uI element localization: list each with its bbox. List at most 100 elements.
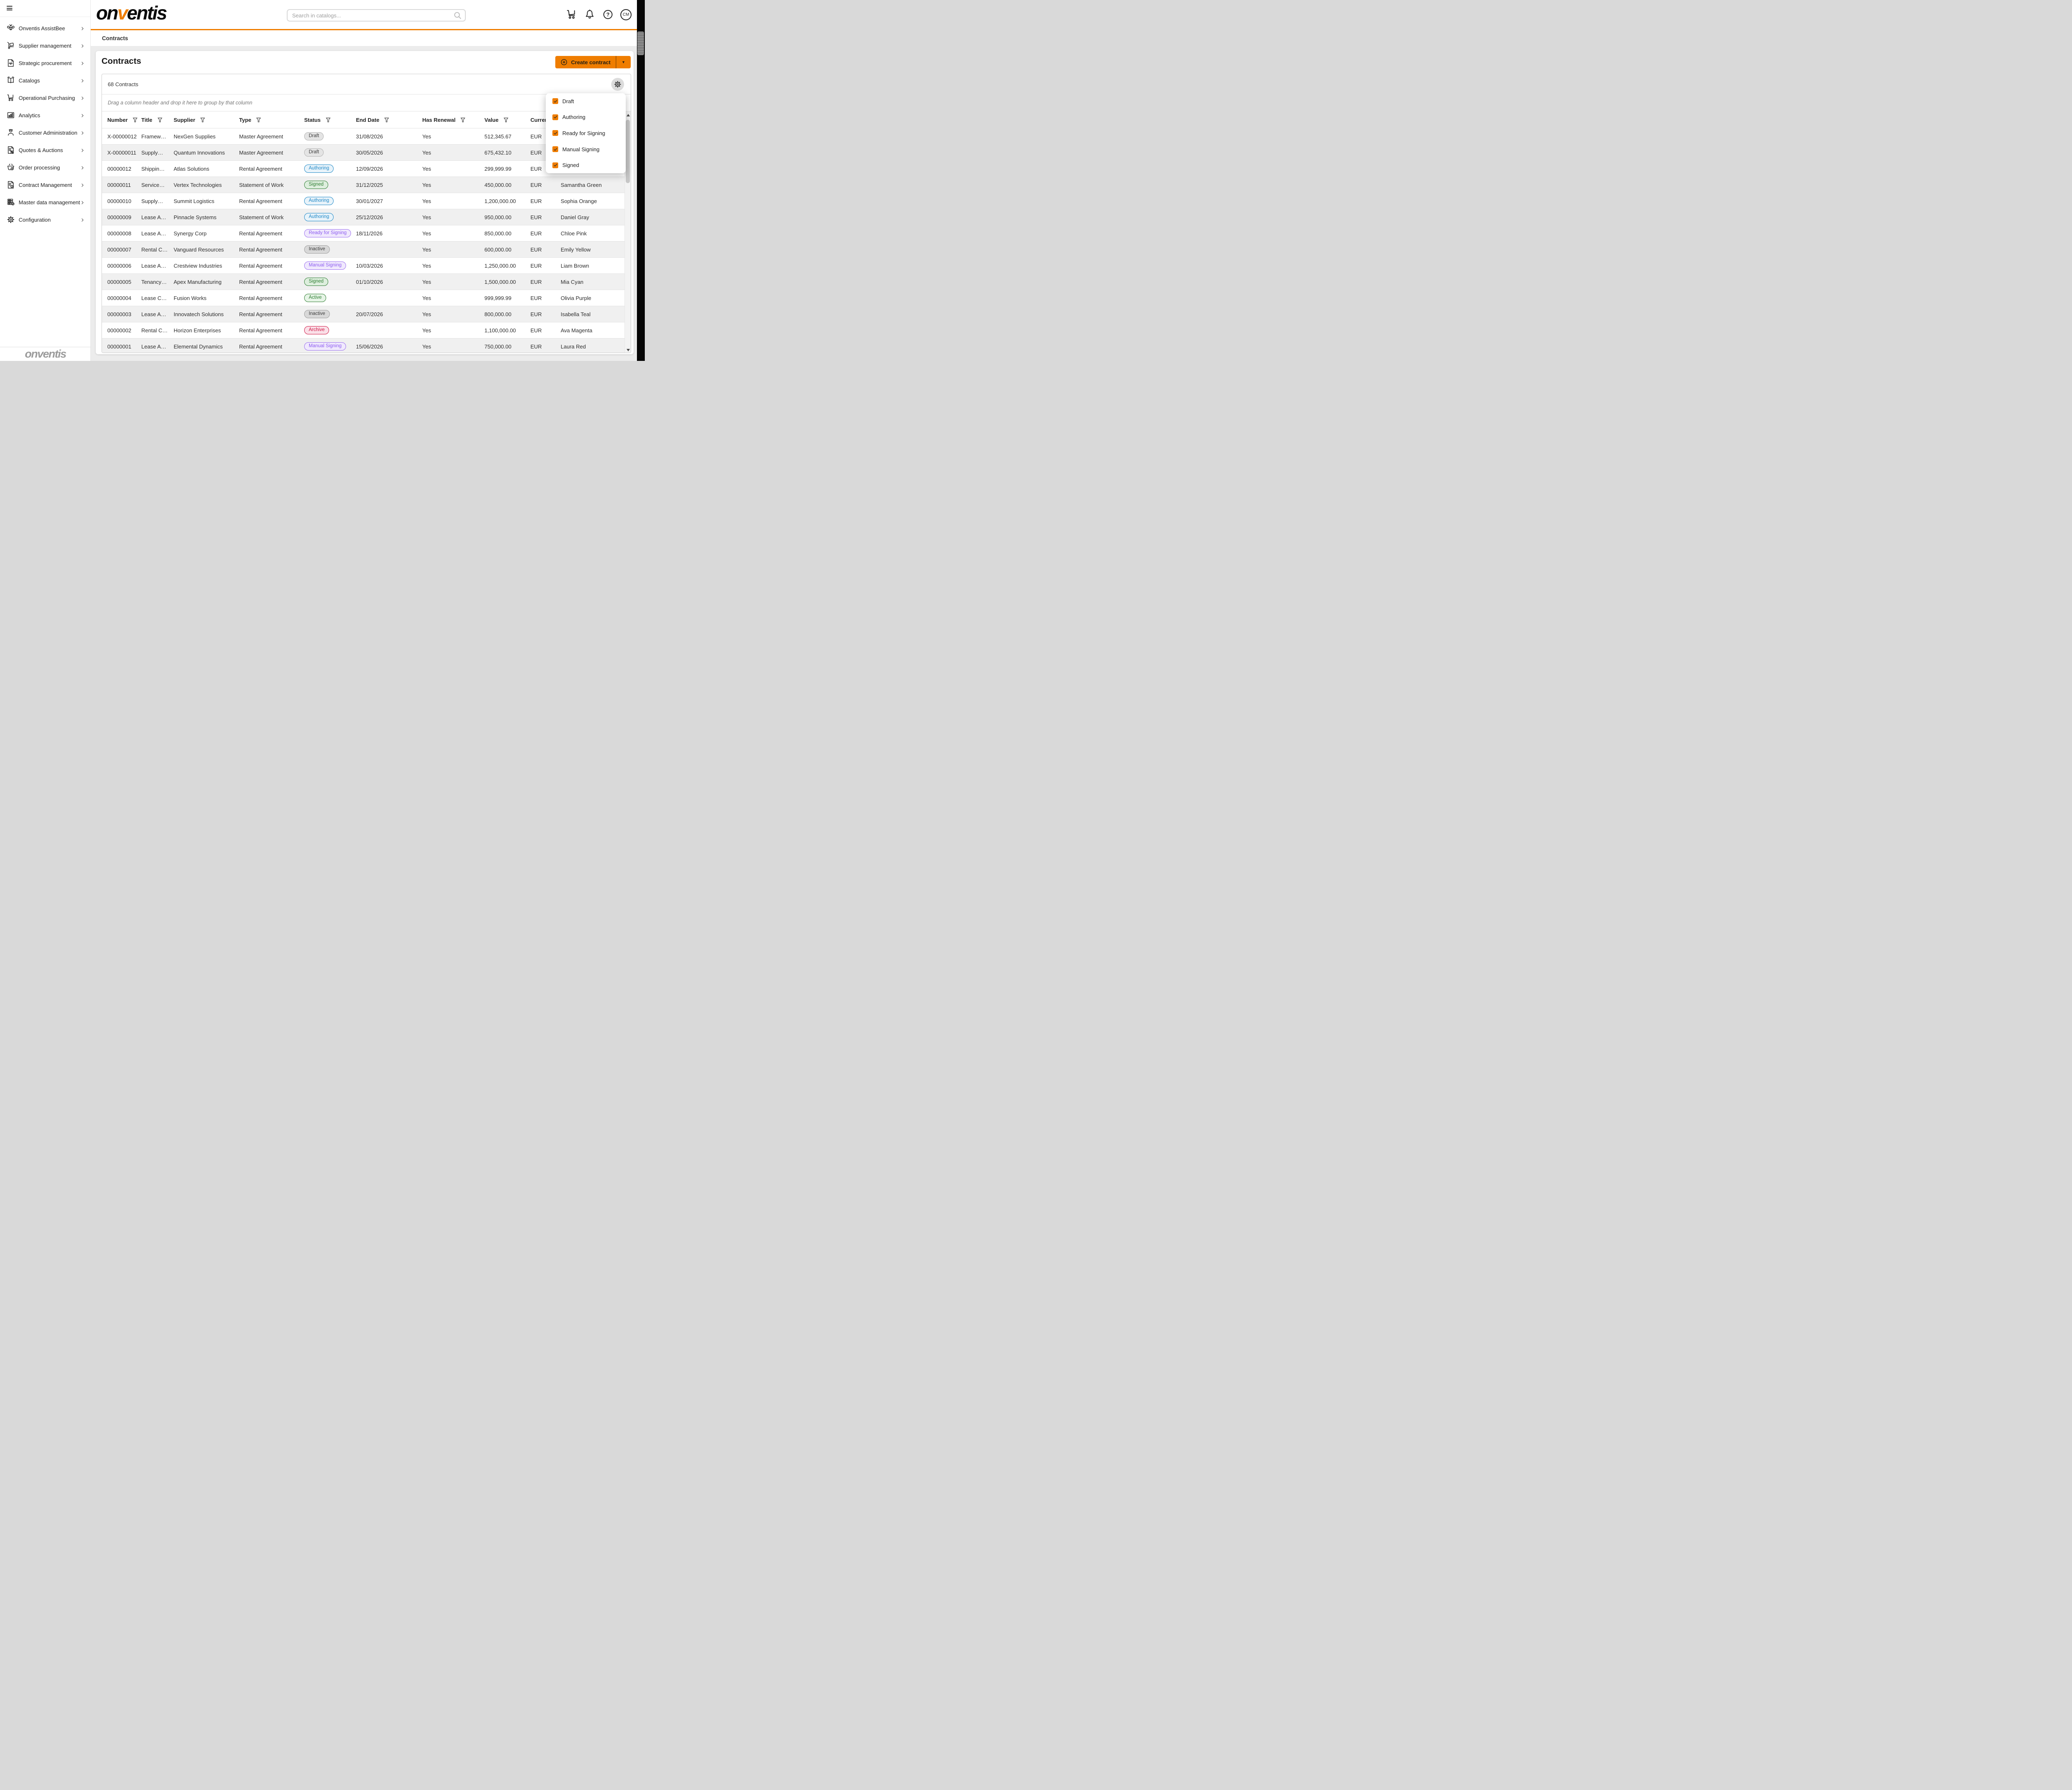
column-header-status[interactable]: Status	[304, 111, 356, 128]
filter-icon[interactable]	[133, 117, 138, 123]
table-row[interactable]: 00000005Tenancy…Apex ManufacturingRental…	[102, 274, 625, 290]
cell-type: Rental Agreement	[239, 247, 282, 253]
cell-type: Rental Agreement	[239, 295, 282, 301]
table-row[interactable]: 00000010Supply…Summit LogisticsRental Ag…	[102, 193, 625, 209]
sidebar-item-strategic-procurement[interactable]: Strategic procurement	[0, 54, 91, 72]
cell-value: 800,000.00	[484, 311, 511, 317]
column-header-has-renewal[interactable]: Has Renewal	[422, 111, 484, 128]
help-icon[interactable]: ?	[602, 9, 613, 20]
checkbox-checked[interactable]	[552, 98, 558, 104]
filter-icon[interactable]	[326, 117, 331, 123]
user-avatar[interactable]: CM	[620, 9, 632, 20]
cell-supplier: Crestview Industries	[174, 263, 222, 269]
sidebar-item-catalogs[interactable]: Catalogs	[0, 72, 91, 89]
cell-supplier: Innovatech Solutions	[174, 311, 224, 317]
cell-end-date: 31/12/2025	[356, 182, 383, 188]
search-icon[interactable]	[453, 11, 462, 19]
table-row[interactable]: 00000008Lease A…Synergy CorpRental Agree…	[102, 225, 625, 242]
cell-number: 00000008	[107, 230, 131, 237]
filter-icon[interactable]	[460, 117, 465, 123]
cell-supplier: Pinnacle Systems	[174, 214, 216, 220]
sidebar-item-master-data-management[interactable]: Master data management	[0, 194, 91, 211]
column-header-end-date[interactable]: End Date	[356, 111, 422, 128]
checkbox-checked[interactable]	[552, 114, 558, 120]
cell-currency: EUR	[530, 166, 542, 172]
filter-icon[interactable]	[503, 117, 508, 123]
table-row[interactable]: 00000009Lease A…Pinnacle SystemsStatemen…	[102, 209, 625, 225]
sidebar-item-onventis-assistbee[interactable]: Onventis AssistBee	[0, 19, 91, 37]
cell-type: Rental Agreement	[239, 198, 282, 204]
cell-end-date: 25/12/2026	[356, 214, 383, 220]
filter-icon[interactable]	[384, 117, 389, 123]
table-row[interactable]: 00000007Rental C…Vanguard ResourcesRenta…	[102, 242, 625, 258]
checkbox-checked[interactable]	[552, 130, 558, 136]
column-header-currency[interactable]: Currency	[516, 111, 549, 128]
column-header-type[interactable]: Type	[239, 111, 304, 128]
status-filter-option-manual-signing[interactable]: Manual Signing	[546, 141, 626, 157]
sidebar-item-operational-purchasing[interactable]: Operational Purchasing	[0, 89, 91, 106]
cell-number: 00000004	[107, 295, 131, 301]
cell-number: 00000011	[107, 182, 131, 188]
table-row[interactable]: 00000001Lease A…Elemental DynamicsRental…	[102, 339, 625, 353]
table-row[interactable]: 00000004Lease C…Fusion WorksRental Agree…	[102, 290, 625, 306]
cell-currency: EUR	[530, 182, 542, 188]
table-row[interactable]: 00000003Lease A…Innovatech SolutionsRent…	[102, 306, 625, 322]
column-header-number[interactable]: Number	[102, 111, 141, 128]
sidebar-item-configuration[interactable]: Configuration	[0, 211, 91, 228]
status-chip: Authoring	[304, 213, 334, 222]
search-input[interactable]	[288, 12, 453, 19]
column-label: Status	[304, 117, 321, 123]
cell-supplier: Summit Logistics	[174, 198, 214, 204]
cell-value: 850,000.00	[484, 230, 511, 237]
sidebar-item-label: Supplier management	[19, 43, 80, 49]
column-header-title[interactable]: Title	[141, 111, 174, 128]
cell-has-renewal: Yes	[422, 343, 431, 350]
cell-end-date: 18/11/2026	[356, 230, 382, 237]
cell-number: 00000012	[107, 166, 131, 172]
sidebar-item-order-processing[interactable]: Order processing	[0, 159, 91, 176]
sidebar-item-contract-management[interactable]: §Contract Management	[0, 176, 91, 194]
table-row[interactable]: 00000006Lease A…Crestview IndustriesRent…	[102, 258, 625, 274]
cell-currency: EUR	[530, 279, 542, 285]
cell-has-renewal: Yes	[422, 230, 431, 237]
column-label: Number	[107, 117, 128, 123]
filter-icon[interactable]	[157, 117, 162, 123]
sidebar-item-analytics[interactable]: Analytics	[0, 106, 91, 124]
chevron-down-icon[interactable]: ▼	[616, 60, 631, 64]
table-row[interactable]: 00000011Service…Vertex TechnologiesState…	[102, 177, 625, 193]
status-filter-option-ready-for-signing[interactable]: Ready for Signing	[546, 125, 626, 141]
table-scrollbar-thumb[interactable]	[626, 120, 630, 183]
cell-has-renewal: Yes	[422, 263, 431, 269]
svg-text:?: ?	[606, 11, 610, 17]
column-settings-button[interactable]	[611, 78, 624, 91]
status-filter-option-authoring[interactable]: Authoring	[546, 109, 626, 126]
scroll-up-button[interactable]	[625, 112, 631, 118]
status-filter-option-label: Signed	[562, 162, 579, 168]
column-header-supplier[interactable]: Supplier	[174, 111, 239, 128]
status-chip: Draft	[304, 148, 324, 157]
notifications-bell-icon[interactable]	[584, 9, 595, 20]
cell-value: 1,100,000.00	[484, 327, 516, 334]
create-contract-button[interactable]: Create contract ▼	[555, 56, 631, 68]
checkbox-checked[interactable]	[552, 146, 558, 152]
hamburger-menu-icon[interactable]	[7, 6, 12, 10]
cell-title: Shippin…	[141, 166, 165, 172]
filter-icon[interactable]	[200, 117, 205, 123]
sidebar-item-customer-administration[interactable]: Customer Administration	[0, 124, 91, 141]
status-filter-option-signed[interactable]: Signed	[546, 157, 626, 173]
sidebar-item-quotes-auctions[interactable]: Quotes & Auctions	[0, 141, 91, 159]
sidebar-item-supplier-management[interactable]: Supplier management	[0, 37, 91, 54]
scroll-down-button[interactable]	[625, 347, 631, 353]
filter-icon[interactable]	[256, 117, 261, 123]
column-header-value[interactable]: Value	[484, 111, 516, 128]
cart-icon[interactable]	[566, 9, 577, 20]
sidebar-item-label: Onventis AssistBee	[19, 25, 80, 31]
cell-type: Rental Agreement	[239, 279, 282, 285]
table-row[interactable]: 00000002Rental C…Horizon EnterprisesRent…	[102, 322, 625, 339]
checkbox-checked[interactable]	[552, 162, 558, 168]
status-filter-option-draft[interactable]: Draft	[546, 93, 626, 109]
status-chip: Manual Signing	[304, 261, 346, 270]
window-scrollbar-thumb[interactable]	[637, 31, 644, 55]
cell-end-date: 30/05/2026	[356, 150, 383, 156]
basket-clock-icon	[7, 163, 15, 172]
